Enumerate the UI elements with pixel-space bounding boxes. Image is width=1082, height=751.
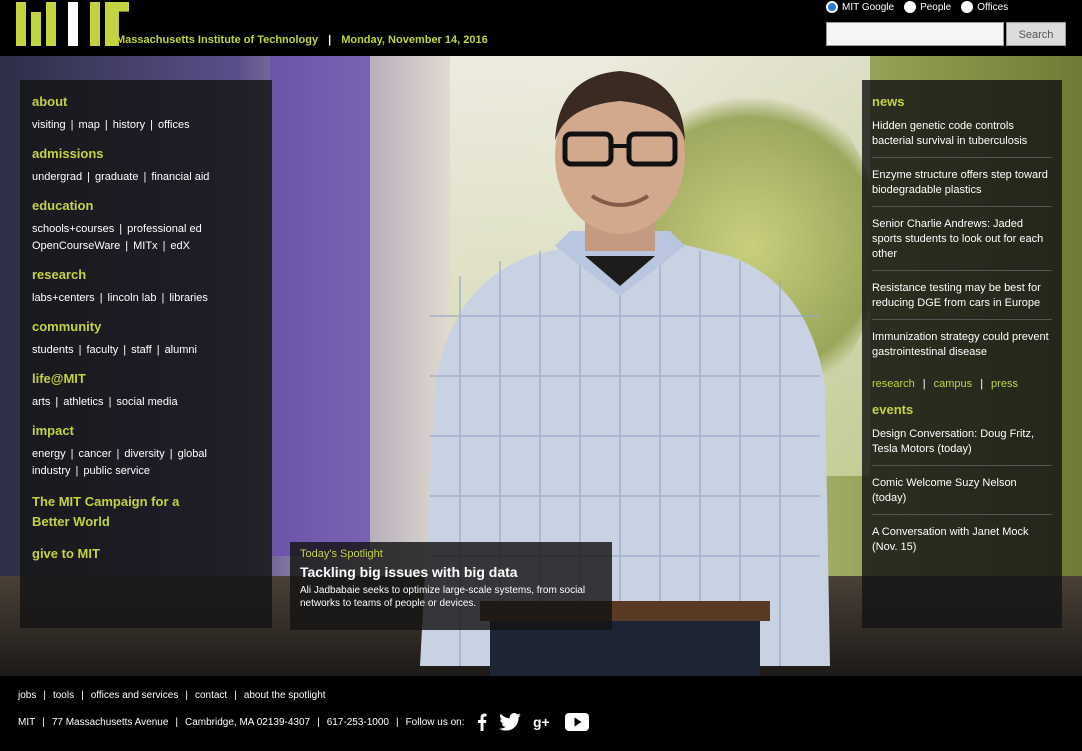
link-professional-ed[interactable]: professional ed bbox=[127, 223, 202, 235]
footer-info: MIT | 77 Massachusetts Avenue | Cambridge,… bbox=[18, 713, 1064, 731]
svg-text:g+: g+ bbox=[533, 714, 550, 730]
search-scope-options: MIT Google People Offices bbox=[826, 1, 1008, 13]
link-opencourseware[interactable]: OpenCourseWare bbox=[32, 240, 120, 252]
link-staff[interactable]: staff bbox=[131, 344, 152, 356]
footer-city: Cambridge, MA 02139-4307 bbox=[185, 716, 311, 728]
link-energy[interactable]: energy bbox=[32, 448, 66, 460]
nav-section-admissions[interactable]: admissions bbox=[32, 146, 260, 161]
link-libraries[interactable]: libraries bbox=[169, 292, 208, 304]
campaign-link[interactable]: The MIT Campaign for a Better World bbox=[32, 492, 182, 532]
facebook-icon[interactable] bbox=[477, 713, 487, 731]
footer-link-about-spotlight[interactable]: about the spotlight bbox=[244, 690, 326, 701]
search-button[interactable]: Search bbox=[1006, 22, 1066, 46]
link-students[interactable]: students bbox=[32, 344, 74, 356]
tagline: Massachusetts Institute of Technology | Mo… bbox=[116, 34, 488, 46]
link-undergrad[interactable]: undergrad bbox=[32, 171, 82, 183]
nav-section-life-at-mit[interactable]: life@MIT bbox=[32, 371, 260, 386]
link-visiting[interactable]: visiting bbox=[32, 119, 66, 131]
site-footer: jobs | tools | offices and services | contact |… bbox=[0, 676, 1082, 751]
twitter-icon[interactable] bbox=[498, 713, 521, 731]
left-navigation: about visiting | map | history | offices admis… bbox=[20, 80, 272, 628]
news-item[interactable]: Resistance testing may be best for reduc… bbox=[872, 281, 1052, 320]
link-faculty[interactable]: faculty bbox=[86, 344, 118, 356]
footer-phone: 617-253-1000 bbox=[326, 716, 389, 728]
news-events-panel: news Hidden genetic code controls bacter… bbox=[862, 80, 1062, 628]
footer-link-offices-services[interactable]: offices and services bbox=[91, 690, 179, 701]
spotlight-label: Today's Spotlight bbox=[300, 548, 383, 560]
link-arts[interactable]: arts bbox=[32, 396, 50, 408]
link-public-service[interactable]: public service bbox=[83, 465, 150, 477]
link-history[interactable]: history bbox=[113, 119, 145, 131]
footer-link-contact[interactable]: contact bbox=[195, 690, 227, 701]
footer-link-tools[interactable]: tools bbox=[53, 690, 74, 701]
nav-section-community[interactable]: community bbox=[32, 319, 260, 334]
link-labs-centers[interactable]: labs+centers bbox=[32, 292, 95, 304]
radio-mit-google[interactable]: MIT Google bbox=[826, 1, 894, 13]
radio-offices[interactable]: Offices bbox=[961, 1, 1008, 13]
link-research[interactable]: research bbox=[872, 378, 915, 390]
social-links: g+ bbox=[477, 713, 589, 731]
footer-mit: MIT bbox=[18, 716, 36, 728]
link-campus[interactable]: campus bbox=[934, 378, 973, 390]
link-schools-courses[interactable]: schools+courses bbox=[32, 223, 114, 235]
nav-section-research[interactable]: research bbox=[32, 267, 260, 282]
give-to-mit-link[interactable]: give to MIT bbox=[32, 546, 260, 561]
follow-label: Follow us on: bbox=[405, 716, 465, 728]
link-diversity[interactable]: diversity bbox=[124, 448, 164, 460]
link-cancer[interactable]: cancer bbox=[79, 448, 112, 460]
footer-address: 77 Massachusetts Avenue bbox=[51, 716, 169, 728]
event-item[interactable]: Comic Welcome Suzy Nelson (today) bbox=[872, 476, 1052, 515]
link-offices[interactable]: offices bbox=[158, 119, 190, 131]
news-heading[interactable]: news bbox=[872, 94, 1052, 109]
search-input[interactable] bbox=[826, 22, 1004, 46]
news-item[interactable]: Senior Charlie Andrews: Jaded sports stu… bbox=[872, 217, 1052, 271]
google-plus-icon[interactable]: g+ bbox=[533, 714, 553, 730]
event-item[interactable]: Design Conversation: Doug Fritz, Tesla M… bbox=[872, 427, 1052, 466]
spotlight-title[interactable]: Tackling big issues with big data bbox=[300, 564, 602, 580]
news-links: research | campus | press bbox=[872, 378, 1018, 390]
news-item[interactable]: Hidden genetic code controls bacterial s… bbox=[872, 119, 1052, 158]
link-athletics[interactable]: athletics bbox=[63, 396, 103, 408]
link-press[interactable]: press bbox=[991, 378, 1018, 390]
youtube-icon[interactable] bbox=[564, 713, 589, 731]
link-lincoln-lab[interactable]: lincoln lab bbox=[108, 292, 157, 304]
footer-links: jobs | tools | offices and services | contact |… bbox=[18, 690, 326, 701]
nav-section-education[interactable]: education bbox=[32, 198, 260, 213]
link-alumni[interactable]: alumni bbox=[165, 344, 197, 356]
link-social-media[interactable]: social media bbox=[116, 396, 177, 408]
link-map[interactable]: map bbox=[78, 119, 99, 131]
mit-logo[interactable] bbox=[16, 2, 129, 46]
link-edx[interactable]: edX bbox=[170, 240, 190, 252]
radio-people[interactable]: People bbox=[904, 1, 951, 13]
current-date: Monday, November 14, 2016 bbox=[341, 34, 488, 46]
link-financial-aid[interactable]: financial aid bbox=[151, 171, 209, 183]
news-item[interactable]: Enzyme structure offers step toward biod… bbox=[872, 168, 1052, 207]
link-graduate[interactable]: graduate bbox=[95, 171, 138, 183]
event-item[interactable]: A Conversation with Janet Mock (Nov. 15) bbox=[872, 525, 1052, 563]
institute-name: Massachusetts Institute of Technology bbox=[116, 34, 319, 46]
nav-section-about[interactable]: about bbox=[32, 94, 260, 109]
nav-section-impact[interactable]: impact bbox=[32, 423, 260, 438]
spotlight-description: Ali Jadbabaie seeks to optimize large-sc… bbox=[300, 585, 586, 609]
news-item[interactable]: Immunization strategy could prevent gast… bbox=[872, 330, 1052, 368]
footer-link-jobs[interactable]: jobs bbox=[18, 690, 36, 701]
link-mitx[interactable]: MITx bbox=[133, 240, 157, 252]
site-header: Massachusetts Institute of Technology | Mo… bbox=[0, 0, 1082, 56]
link-industry[interactable]: industry bbox=[32, 465, 71, 477]
link-global[interactable]: global bbox=[178, 448, 207, 460]
spotlight-caption[interactable]: Today's Spotlight Tackling big issues wi… bbox=[290, 542, 612, 630]
events-heading[interactable]: events bbox=[872, 402, 1052, 417]
